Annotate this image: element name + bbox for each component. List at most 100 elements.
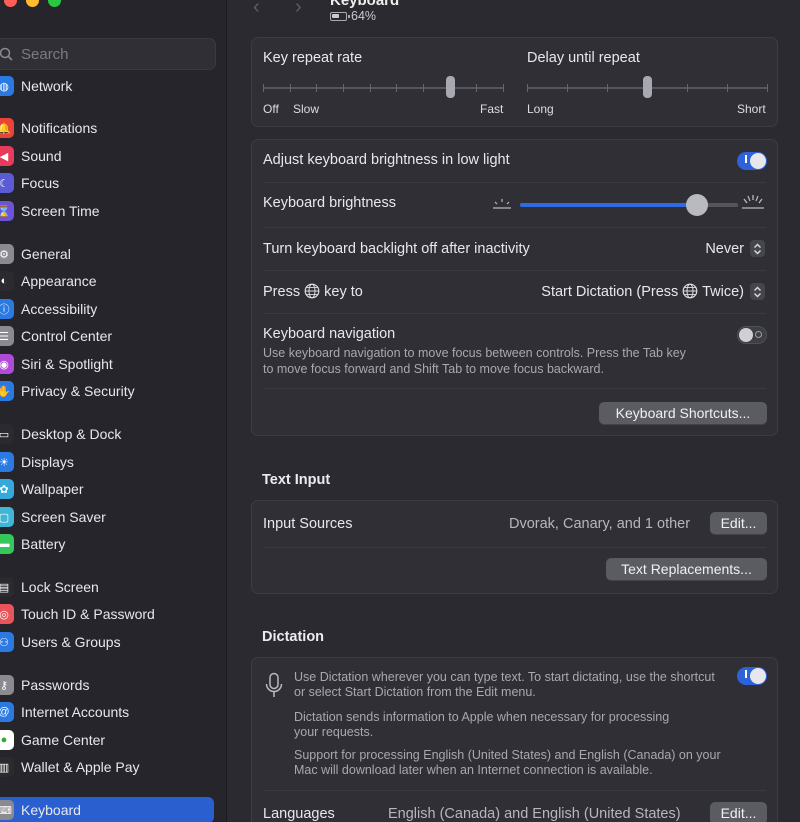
keyboard-shortcuts-button[interactable]: Keyboard Shortcuts... (599, 402, 767, 424)
dictation-desc-3b: Mac will download later when an Internet… (294, 763, 653, 777)
sidebar-item-wallet-apple-pay[interactable]: ▥ Wallet & Apple Pay (0, 754, 215, 780)
press-key-suffix: key to (324, 284, 363, 300)
input-sources-value: Dvorak, Canary, and 1 other (509, 516, 691, 532)
sidebar-item-label: Network (21, 78, 73, 94)
close-window-button[interactable] (4, 0, 17, 7)
sidebar-item-game-center[interactable]: ● Game Center (0, 727, 215, 753)
sidebar-item-lock-screen[interactable]: ▤ Lock Screen (0, 574, 215, 600)
battery-icon: ▬ (0, 534, 14, 554)
at-icon: @ (0, 702, 14, 722)
slider-tick (567, 84, 568, 92)
keyboard-brightness-label: Keyboard brightness (263, 195, 396, 211)
key-repeat-slider[interactable] (263, 76, 504, 100)
slider-tick (423, 84, 424, 92)
keyboard-navigation-desc-2: to move focus forward and Shift Tab to m… (263, 362, 604, 376)
dictation-toggle[interactable] (737, 667, 767, 685)
adjust-brightness-toggle[interactable] (737, 152, 767, 170)
brightness-high-icon (740, 192, 766, 215)
press-key-popup[interactable]: Start Dictation (Press Twice) (541, 283, 765, 300)
microphone-icon (264, 672, 284, 705)
key-repeat-fast-label: Fast (480, 102, 504, 116)
keyboard-brightness-slider[interactable] (520, 194, 738, 216)
slider-tick (503, 84, 504, 92)
sun-icon: ☀ (0, 452, 14, 472)
backlight-popup[interactable]: Never (705, 240, 765, 257)
sidebar: ◍ Network 🔔 Notifications ◀ Sound ☾ Focus ⌛ Scree… (0, 0, 227, 822)
sidebar-item-passwords[interactable]: ⚷ Passwords (0, 672, 215, 698)
dictation-card: Use Dictation wherever you can type text… (251, 657, 778, 822)
appearance-icon: ◐ (0, 271, 14, 291)
hand-icon: ✋ (0, 381, 14, 401)
slider-tick (396, 84, 397, 92)
press-key-prefix: Press (263, 284, 301, 300)
languages-edit-button[interactable]: Edit... (710, 802, 767, 822)
sidebar-item-general[interactable]: ⚙ General (0, 241, 215, 267)
battery-status: 64% (330, 9, 376, 23)
sidebar-item-privacy-security[interactable]: ✋ Privacy & Security (0, 378, 215, 404)
slider-tick (290, 84, 291, 92)
search-input[interactable] (21, 45, 201, 63)
minimize-window-button[interactable] (26, 0, 39, 7)
zoom-window-button[interactable] (48, 0, 61, 7)
slider-knob[interactable] (643, 76, 652, 98)
sidebar-item-label: Touch ID & Password (21, 606, 155, 622)
sidebar-item-desktop-dock[interactable]: ▭ Desktop & Dock (0, 421, 215, 447)
sidebar-item-screen-time[interactable]: ⌛ Screen Time (0, 198, 215, 224)
sidebar-item-control-center[interactable]: ☰ Control Center (0, 323, 215, 349)
sidebar-item-label: Notifications (21, 120, 98, 136)
sidebar-item-siri-spotlight[interactable]: ◉ Siri & Spotlight (0, 351, 215, 377)
flower-icon: ✿ (0, 479, 14, 499)
forward-arrow-icon[interactable]: › (295, 0, 302, 19)
delay-short-label: Short (737, 102, 766, 116)
text-input-card: Input Sources Dvorak, Canary, and 1 othe… (251, 500, 778, 594)
sidebar-item-internet-accounts[interactable]: @ Internet Accounts (0, 699, 215, 725)
sidebar-item-accessibility[interactable]: ⓘ Accessibility (0, 296, 215, 322)
delay-until-repeat-label: Delay until repeat (527, 50, 640, 66)
press-key-value: Start Dictation (Press Twice) (541, 283, 744, 300)
sidebar-item-network[interactable]: ◍ Network (0, 73, 215, 99)
slider-tick (370, 84, 371, 92)
back-arrow-icon[interactable]: ‹ (253, 0, 260, 19)
dictation-desc-2a: Dictation sends information to Apple whe… (294, 710, 670, 724)
input-sources-edit-button[interactable]: Edit... (710, 512, 767, 534)
dictation-desc-3a: Support for processing English (United S… (294, 748, 721, 762)
slider-knob[interactable] (446, 76, 455, 98)
sidebar-item-focus[interactable]: ☾ Focus (0, 170, 215, 196)
adjust-brightness-label: Adjust keyboard brightness in low light (263, 152, 510, 168)
wallet-icon: ▥ (0, 757, 14, 777)
sidebar-item-keyboard[interactable]: ⌨ Keyboard (0, 797, 214, 822)
keyboard-navigation-toggle[interactable] (737, 326, 767, 344)
sidebar-item-label: Sound (21, 148, 62, 164)
toolbar: ‹ › Keyboard 64% (228, 0, 800, 28)
dictation-desc-2b: your requests. (294, 725, 374, 739)
keyboard-navigation-label: Keyboard navigation (263, 326, 396, 342)
users-icon: ⚇ (0, 632, 14, 652)
siri-icon: ◉ (0, 354, 14, 374)
sidebar-item-label: Users & Groups (21, 634, 121, 650)
globe-icon (682, 283, 698, 299)
sidebar-item-appearance[interactable]: ◐ Appearance (0, 268, 215, 294)
sidebar-item-notifications[interactable]: 🔔 Notifications (0, 115, 215, 141)
sidebar-item-sound[interactable]: ◀ Sound (0, 143, 215, 169)
sidebar-item-displays[interactable]: ☀ Displays (0, 449, 215, 475)
lock-icon: ▤ (0, 577, 14, 597)
sidebar-item-label: Accessibility (21, 301, 98, 317)
slider-tick (343, 84, 344, 92)
delay-until-repeat-slider[interactable] (527, 76, 768, 100)
sidebar-item-users-groups[interactable]: ⚇ Users & Groups (0, 629, 215, 655)
keyboard-icon: ⌨ (0, 800, 14, 820)
control-center-icon: ☰ (0, 326, 14, 346)
sidebar-item-battery[interactable]: ▬ Battery (0, 531, 215, 557)
key-repeat-off-label: Off (263, 102, 279, 116)
slider-fill (520, 203, 697, 207)
sidebar-item-screen-saver[interactable]: ▢ Screen Saver (0, 504, 215, 530)
text-replacements-button[interactable]: Text Replacements... (606, 558, 767, 580)
sidebar-item-touch-id-password[interactable]: ◎ Touch ID & Password (0, 601, 215, 627)
slider-knob[interactable] (686, 194, 708, 216)
delay-long-label: Long (527, 102, 554, 116)
sidebar-item-label: Game Center (21, 732, 106, 748)
slider-tick (263, 84, 264, 92)
brightness-low-icon (490, 194, 514, 215)
search-field[interactable] (0, 38, 216, 70)
sidebar-item-wallpaper[interactable]: ✿ Wallpaper (0, 476, 215, 502)
